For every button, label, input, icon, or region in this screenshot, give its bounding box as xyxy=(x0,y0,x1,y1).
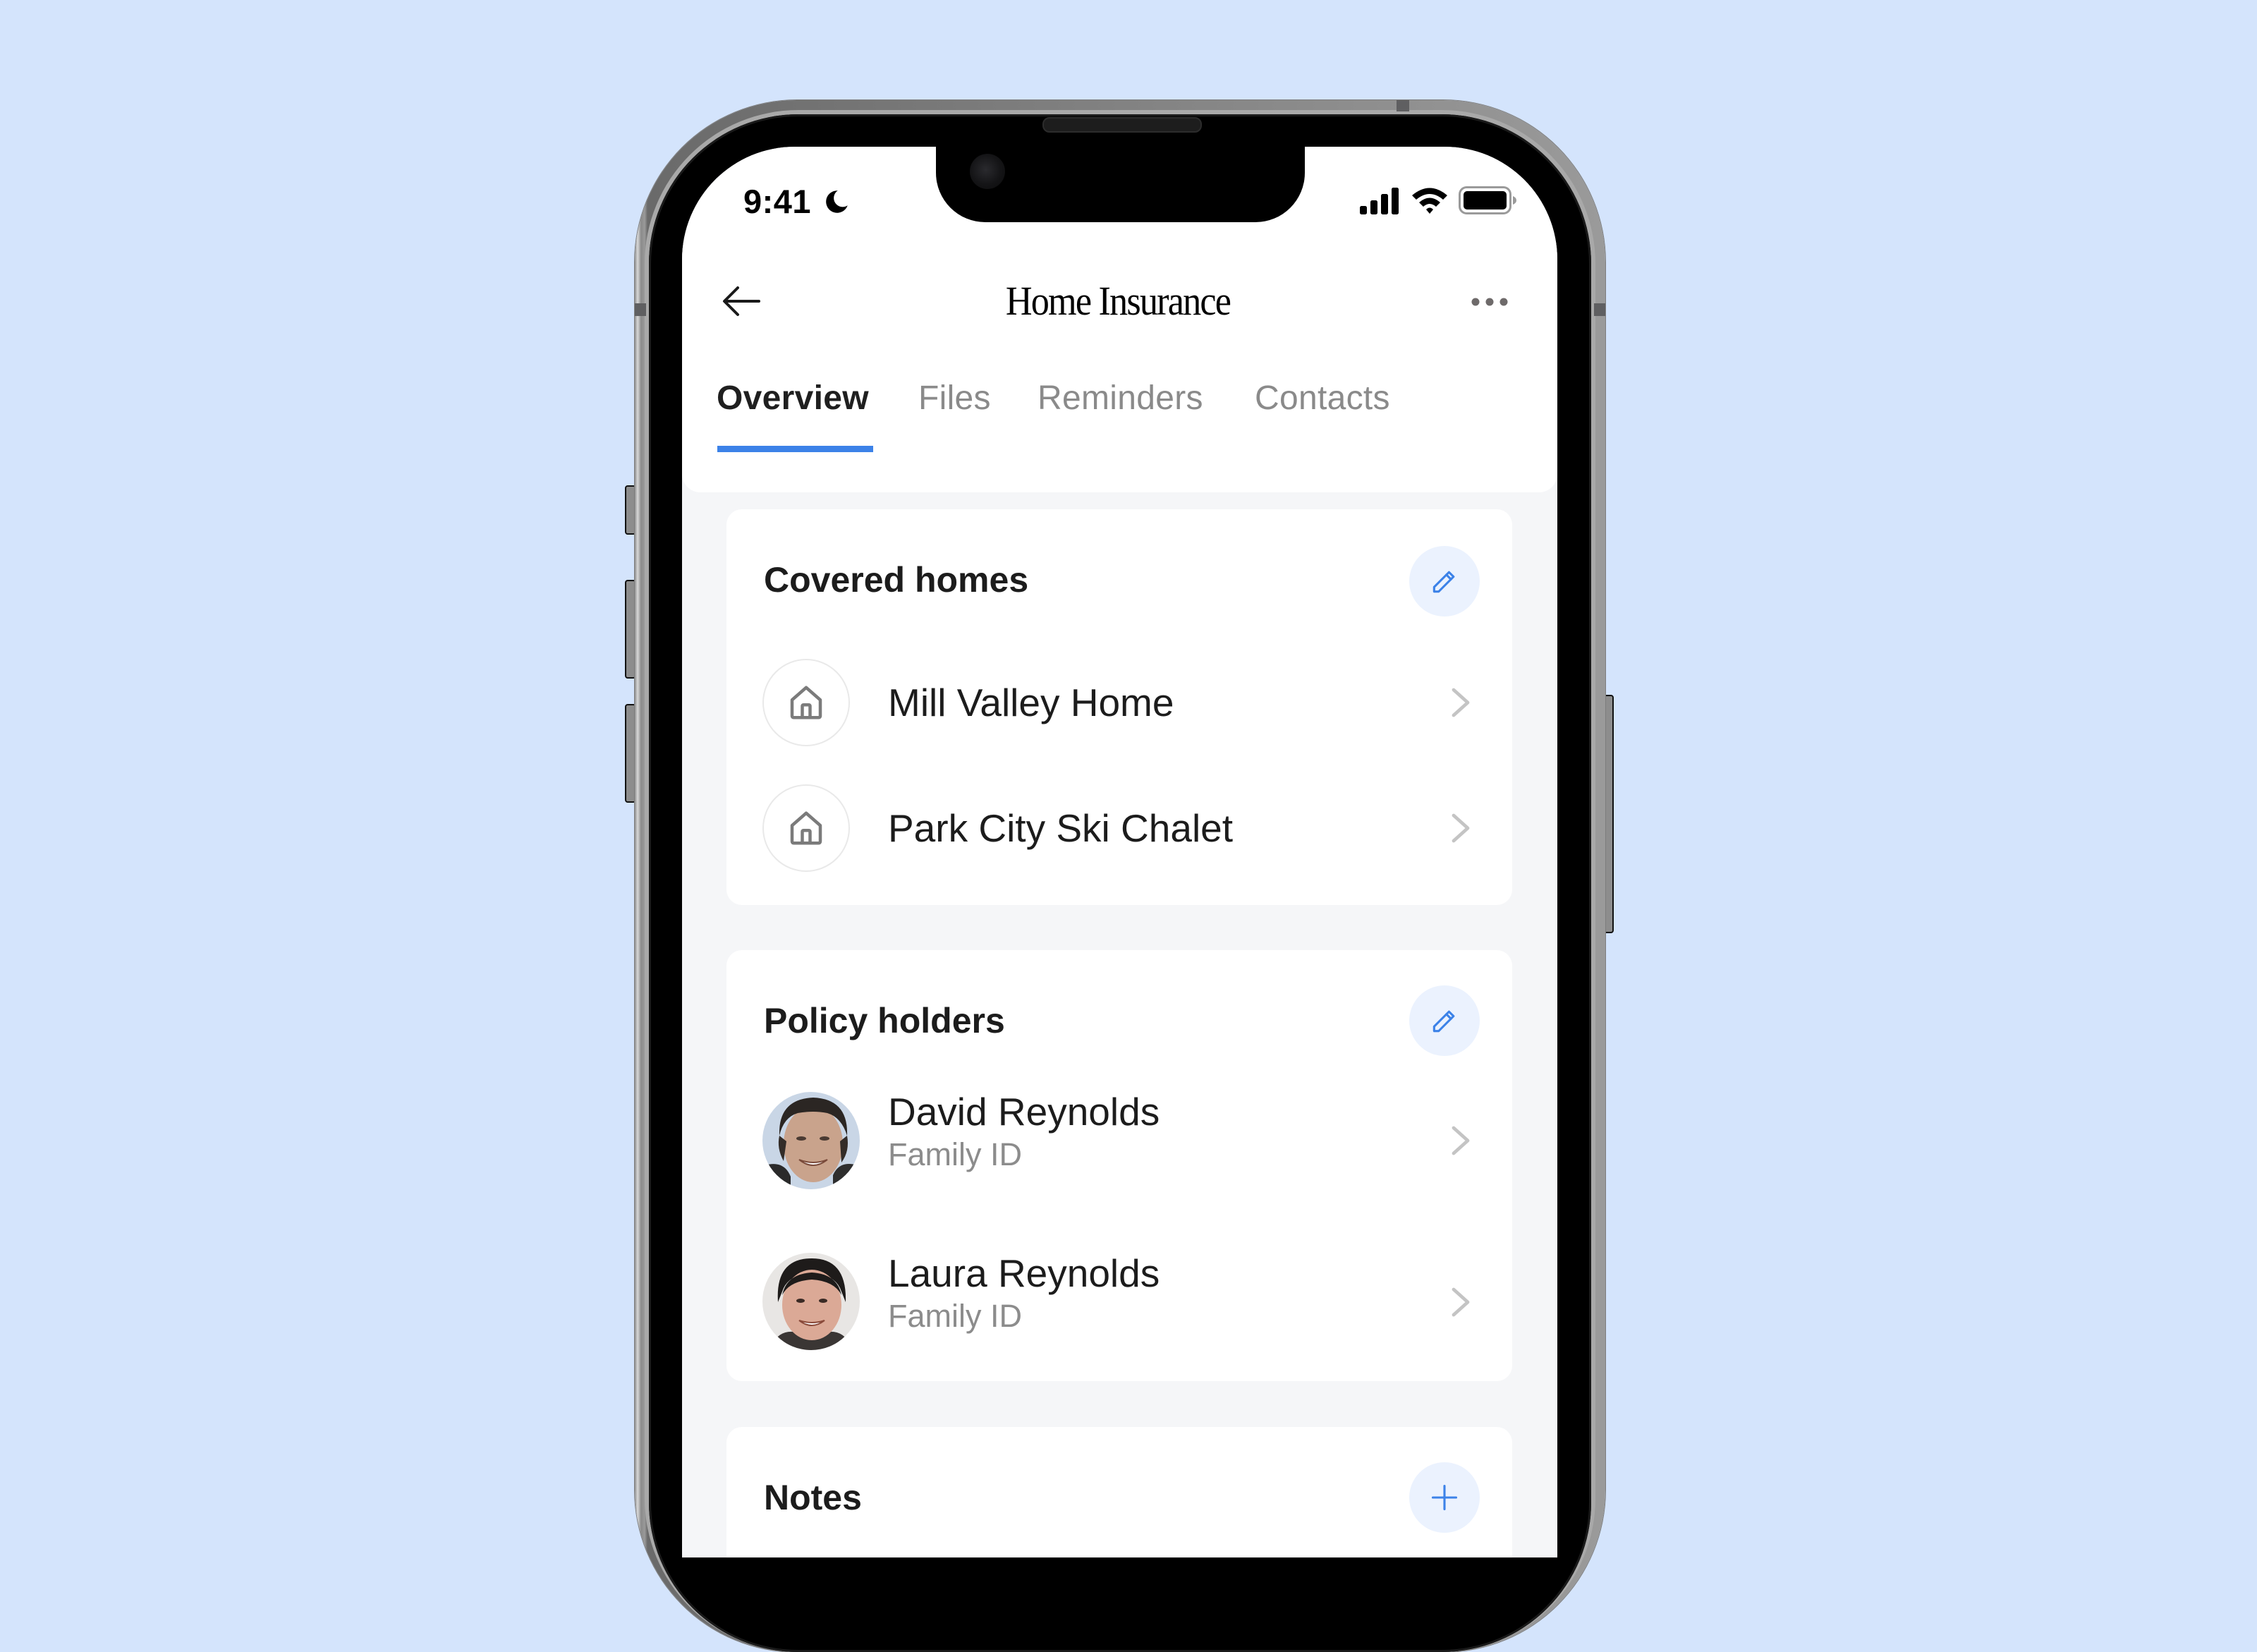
section-title: Notes xyxy=(764,1478,862,1517)
earpiece-speaker xyxy=(1042,117,1202,133)
section-title: Policy holders xyxy=(764,1001,1005,1040)
page-title: Home Insurance xyxy=(1005,278,1231,324)
policy-holders-card: Policy holders David Reynolds Family ID … xyxy=(726,950,1512,1381)
section-title: Covered homes xyxy=(764,560,1029,600)
more-options-button[interactable] xyxy=(1467,289,1512,315)
chevron-right-icon xyxy=(1452,1126,1470,1155)
more-horizontal-icon xyxy=(1471,298,1508,306)
home-icon-circle xyxy=(762,659,850,746)
home-name: Mill Valley Home xyxy=(888,681,1174,724)
cellular-signal-icon xyxy=(1360,188,1399,214)
pencil-icon xyxy=(1432,571,1455,593)
antenna-band xyxy=(1594,303,1605,316)
arrow-left-icon xyxy=(723,286,760,316)
policy-holder-name: David Reynolds xyxy=(888,1090,1160,1134)
policy-holder-name: Laura Reynolds xyxy=(888,1251,1160,1295)
front-camera xyxy=(970,154,1005,189)
tab-files[interactable]: Files xyxy=(918,374,991,423)
policy-holder-subtitle: Family ID xyxy=(888,1136,1022,1172)
phone-screen: Covered homes Mill Valley Home Park City… xyxy=(682,147,1557,1557)
status-time: 9:41 xyxy=(743,183,812,220)
antenna-band xyxy=(635,303,646,316)
back-button[interactable] xyxy=(719,281,765,322)
edit-covered-homes-button[interactable] xyxy=(1409,546,1480,617)
add-note-button[interactable] xyxy=(1409,1462,1480,1533)
home-name: Park City Ski Chalet xyxy=(888,806,1234,850)
avatar xyxy=(762,1253,860,1350)
house-icon xyxy=(790,811,822,845)
notes-card: Notes xyxy=(726,1427,1512,1557)
list-item-home[interactable]: Park City Ski Chalet xyxy=(726,779,1512,877)
avatar-laura xyxy=(762,1253,860,1350)
house-icon xyxy=(790,686,822,719)
chevron-right-icon xyxy=(1452,813,1470,843)
list-item-home[interactable]: Mill Valley Home xyxy=(726,653,1512,752)
avatar xyxy=(762,1092,860,1189)
battery-icon xyxy=(1459,186,1516,214)
tab-reminders[interactable]: Reminders xyxy=(1038,374,1203,423)
wifi-icon xyxy=(1412,188,1447,214)
avatar-david xyxy=(762,1092,860,1189)
covered-homes-card: Covered homes Mill Valley Home Park City… xyxy=(726,509,1512,905)
list-item-policy-holder[interactable]: David Reynolds Family ID xyxy=(726,1084,1512,1197)
chevron-right-icon xyxy=(1452,1287,1470,1317)
active-tab-indicator xyxy=(717,446,873,452)
policy-holder-subtitle: Family ID xyxy=(888,1298,1022,1334)
moon-icon xyxy=(826,190,848,213)
tab-contacts[interactable]: Contacts xyxy=(1255,374,1390,423)
plus-icon xyxy=(1431,1484,1458,1511)
list-item-policy-holder[interactable]: Laura Reynolds Family ID xyxy=(726,1246,1512,1359)
edit-policy-holders-button[interactable] xyxy=(1409,985,1480,1056)
home-icon-circle xyxy=(762,784,850,872)
tab-overview[interactable]: Overview xyxy=(717,374,869,423)
antenna-band xyxy=(1397,100,1409,111)
pencil-icon xyxy=(1432,1010,1455,1033)
chevron-right-icon xyxy=(1452,688,1470,717)
